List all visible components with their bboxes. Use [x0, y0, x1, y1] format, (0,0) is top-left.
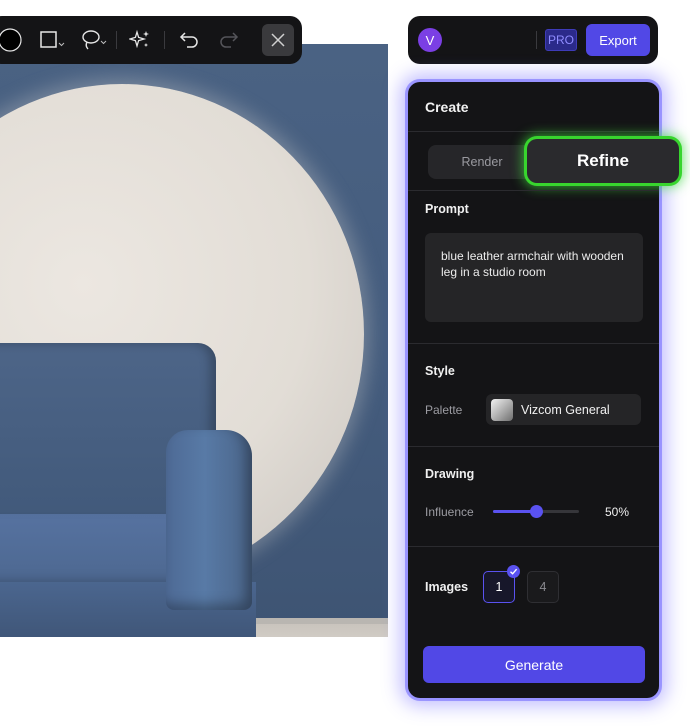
- divider: [408, 190, 659, 191]
- top-bar: V PRO Export: [408, 16, 658, 64]
- prompt-label: Prompt: [425, 202, 469, 216]
- style-label: Style: [425, 364, 455, 378]
- lasso-tool-icon[interactable]: [80, 29, 108, 51]
- check-icon: [507, 565, 520, 578]
- generate-button[interactable]: Generate: [423, 646, 645, 683]
- divider: [408, 546, 659, 547]
- rectangle-tool-icon[interactable]: [40, 30, 66, 50]
- export-button[interactable]: Export: [586, 24, 650, 56]
- images-label: Images: [425, 580, 469, 594]
- divider: [408, 343, 659, 344]
- avatar[interactable]: V: [418, 28, 442, 52]
- images-option-4[interactable]: 4: [527, 571, 559, 603]
- create-panel: Create Render Refine Prompt blue leather…: [408, 82, 679, 698]
- palette-thumbnail: [491, 398, 513, 421]
- pro-badge: PRO: [545, 29, 577, 51]
- redo-icon[interactable]: [218, 31, 240, 49]
- toolbar-divider: [164, 31, 165, 49]
- canvas-image[interactable]: [0, 44, 388, 637]
- divider: [408, 446, 659, 447]
- drawing-label: Drawing: [425, 467, 475, 481]
- influence-value: 50%: [605, 505, 630, 519]
- divider: [408, 131, 659, 132]
- influence-slider-handle[interactable]: [530, 505, 543, 518]
- prompt-input[interactable]: blue leather armchair with wooden leg in…: [425, 233, 643, 322]
- tab-refine[interactable]: Refine: [527, 139, 679, 183]
- close-button[interactable]: [262, 24, 294, 56]
- sparkle-icon[interactable]: [129, 29, 151, 51]
- close-icon: [271, 33, 285, 47]
- armchair-arm: [166, 430, 252, 610]
- circle-shape-icon[interactable]: [0, 28, 22, 52]
- panel-title: Create: [425, 99, 469, 115]
- topbar-divider: [536, 31, 537, 49]
- drawing-toolbar: [0, 16, 302, 64]
- palette-name: Vizcom General: [521, 402, 610, 417]
- undo-icon[interactable]: [178, 31, 200, 49]
- palette-dropdown[interactable]: Vizcom General: [486, 394, 641, 425]
- tab-render[interactable]: Render: [428, 145, 536, 179]
- influence-label: Influence: [425, 505, 474, 519]
- toolbar-divider: [116, 31, 117, 49]
- palette-label: Palette: [425, 403, 463, 417]
